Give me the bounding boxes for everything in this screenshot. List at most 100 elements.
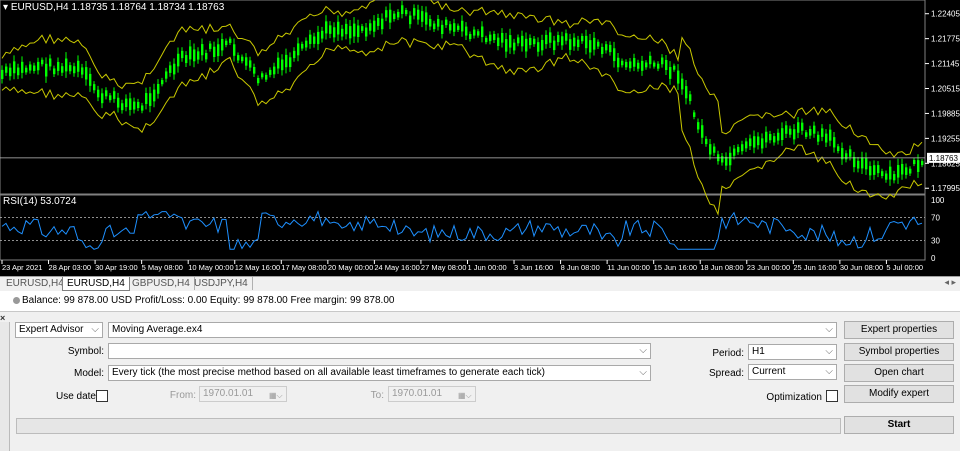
candle-body: [361, 26, 364, 31]
candle-body: [833, 137, 836, 148]
tab-eurusd-h4-2[interactable]: EURUSD,H4: [62, 277, 130, 291]
chevron-down-icon: ⌵: [639, 367, 647, 378]
candle-body: [813, 125, 816, 134]
candle-body: [789, 128, 792, 135]
use-date-label: Use date: [55, 391, 96, 402]
candle-body: [477, 31, 480, 36]
time-tick-label: 28 Apr 03:00: [49, 263, 92, 272]
candle-body: [589, 40, 592, 53]
account-status-bar: Balance: 99 878.00 USD Profit/Loss: 0.00…: [0, 291, 960, 312]
symbol-select[interactable]: ⌵: [108, 343, 651, 359]
candle-body: [389, 9, 392, 23]
candle-body: [909, 168, 912, 174]
candle-body: [357, 25, 360, 37]
candle-body: [225, 40, 228, 46]
open-chart-button[interactable]: Open chart: [844, 364, 954, 382]
price-tick-label: 1.19885: [931, 109, 960, 118]
candle-body: [701, 125, 704, 138]
tester-type-select[interactable]: Expert Advisor ⌵: [15, 322, 103, 338]
from-date-value: 1970.01.01: [203, 388, 254, 399]
candle-body: [621, 60, 624, 66]
candle-body: [81, 67, 84, 75]
start-button[interactable]: Start: [844, 416, 954, 434]
candle-body: [445, 19, 448, 26]
candle-body: [397, 11, 400, 18]
tab-gbpusd-h4[interactable]: GBPUSD,H4: [128, 277, 195, 290]
candle-body: [825, 133, 828, 143]
rsi-tick-label: 30: [931, 237, 940, 246]
candle-body: [657, 63, 660, 69]
price-tick-label: 1.22405: [931, 10, 960, 19]
candle-body: [661, 57, 664, 65]
candle-body: [277, 57, 280, 69]
candle-body: [497, 37, 500, 47]
chevron-down-icon: ⌵: [91, 324, 99, 335]
candle-body: [669, 67, 672, 79]
candle-body: [485, 37, 488, 43]
calendar-icon[interactable]: ▦⌵: [269, 389, 283, 400]
candle-body: [5, 66, 8, 73]
candle-body: [253, 66, 256, 74]
price-chart[interactable]: 1.22405 1.21775 1.21145 1.20515 1.19885 1.192…: [0, 0, 960, 276]
from-date-input[interactable]: 1970.01.01 ▦⌵: [199, 386, 287, 402]
candle-body: [709, 144, 712, 155]
candle-body: [561, 36, 564, 46]
candle-body: [573, 37, 576, 47]
expert-file-select[interactable]: Moving Average.ex4 ⌵: [108, 322, 837, 338]
chart-title: ▾ EURUSD,H4 1.18735 1.18764 1.18734 1.18…: [3, 2, 225, 13]
tab-scroll-arrows-icon[interactable]: ◂ ▸: [944, 277, 956, 288]
modify-expert-button[interactable]: Modify expert: [844, 385, 954, 403]
candle-body: [609, 44, 612, 53]
time-tick-label: 11 Jun 00:00: [607, 263, 650, 272]
price-tick-label: 1.20515: [931, 85, 960, 94]
candle-body: [577, 39, 580, 48]
candle-body: [449, 24, 452, 31]
candle-body: [893, 174, 896, 181]
calendar-icon[interactable]: ▦⌵: [458, 389, 472, 400]
candle-body: [393, 13, 396, 19]
candle-body: [401, 5, 404, 15]
status-indicator-icon: [13, 297, 20, 304]
period-select[interactable]: H1 ⌵: [748, 344, 837, 360]
candle-body: [157, 83, 160, 94]
time-tick-label: 23 Jun 00:00: [747, 263, 790, 272]
to-date-input[interactable]: 1970.01.01 ▦⌵: [388, 386, 476, 402]
model-select[interactable]: Every tick (the most precise method base…: [108, 365, 651, 381]
period-value: H1: [752, 346, 765, 357]
candle-body: [801, 122, 804, 131]
candle-body: [169, 65, 172, 73]
candle-body: [73, 66, 76, 74]
candle-body: [285, 54, 288, 68]
time-tick-label: 8 Jun 08:00: [561, 263, 600, 272]
candle-body: [921, 161, 924, 166]
tab-eurusd-h4-1[interactable]: EURUSD,H4: [2, 277, 69, 290]
candle-body: [761, 138, 764, 149]
candle-body: [805, 132, 808, 137]
candle-body: [269, 69, 272, 75]
tab-usdjpy-h4[interactable]: USDJPY,H4: [190, 277, 253, 290]
time-tick-label: 5 Jul 00:00: [886, 263, 923, 272]
candle-body: [741, 144, 744, 152]
rsi-tick-label: 100: [931, 196, 945, 205]
candle-body: [201, 44, 204, 56]
candle-body: [321, 30, 324, 39]
candle-body: [185, 55, 188, 64]
candle-body: [777, 132, 780, 141]
candle-body: [581, 35, 584, 42]
candle-body: [333, 27, 336, 38]
candle-body: [601, 46, 604, 55]
candle-body: [205, 52, 208, 60]
symbol-properties-button[interactable]: Symbol properties: [844, 343, 954, 361]
candle-body: [713, 146, 716, 153]
candle-body: [913, 159, 916, 165]
model-value: Every tick (the most precise method base…: [112, 367, 545, 378]
optimization-checkbox[interactable]: [826, 390, 838, 402]
candle-body: [729, 152, 732, 166]
candle-body: [249, 60, 252, 68]
use-date-checkbox[interactable]: [96, 390, 108, 402]
candle-body: [861, 157, 864, 169]
time-tick-label: 25 Jun 16:00: [793, 263, 836, 272]
candle-body: [441, 24, 444, 34]
expert-properties-button[interactable]: Expert properties: [844, 321, 954, 339]
spread-select[interactable]: Current ⌵: [748, 364, 837, 380]
